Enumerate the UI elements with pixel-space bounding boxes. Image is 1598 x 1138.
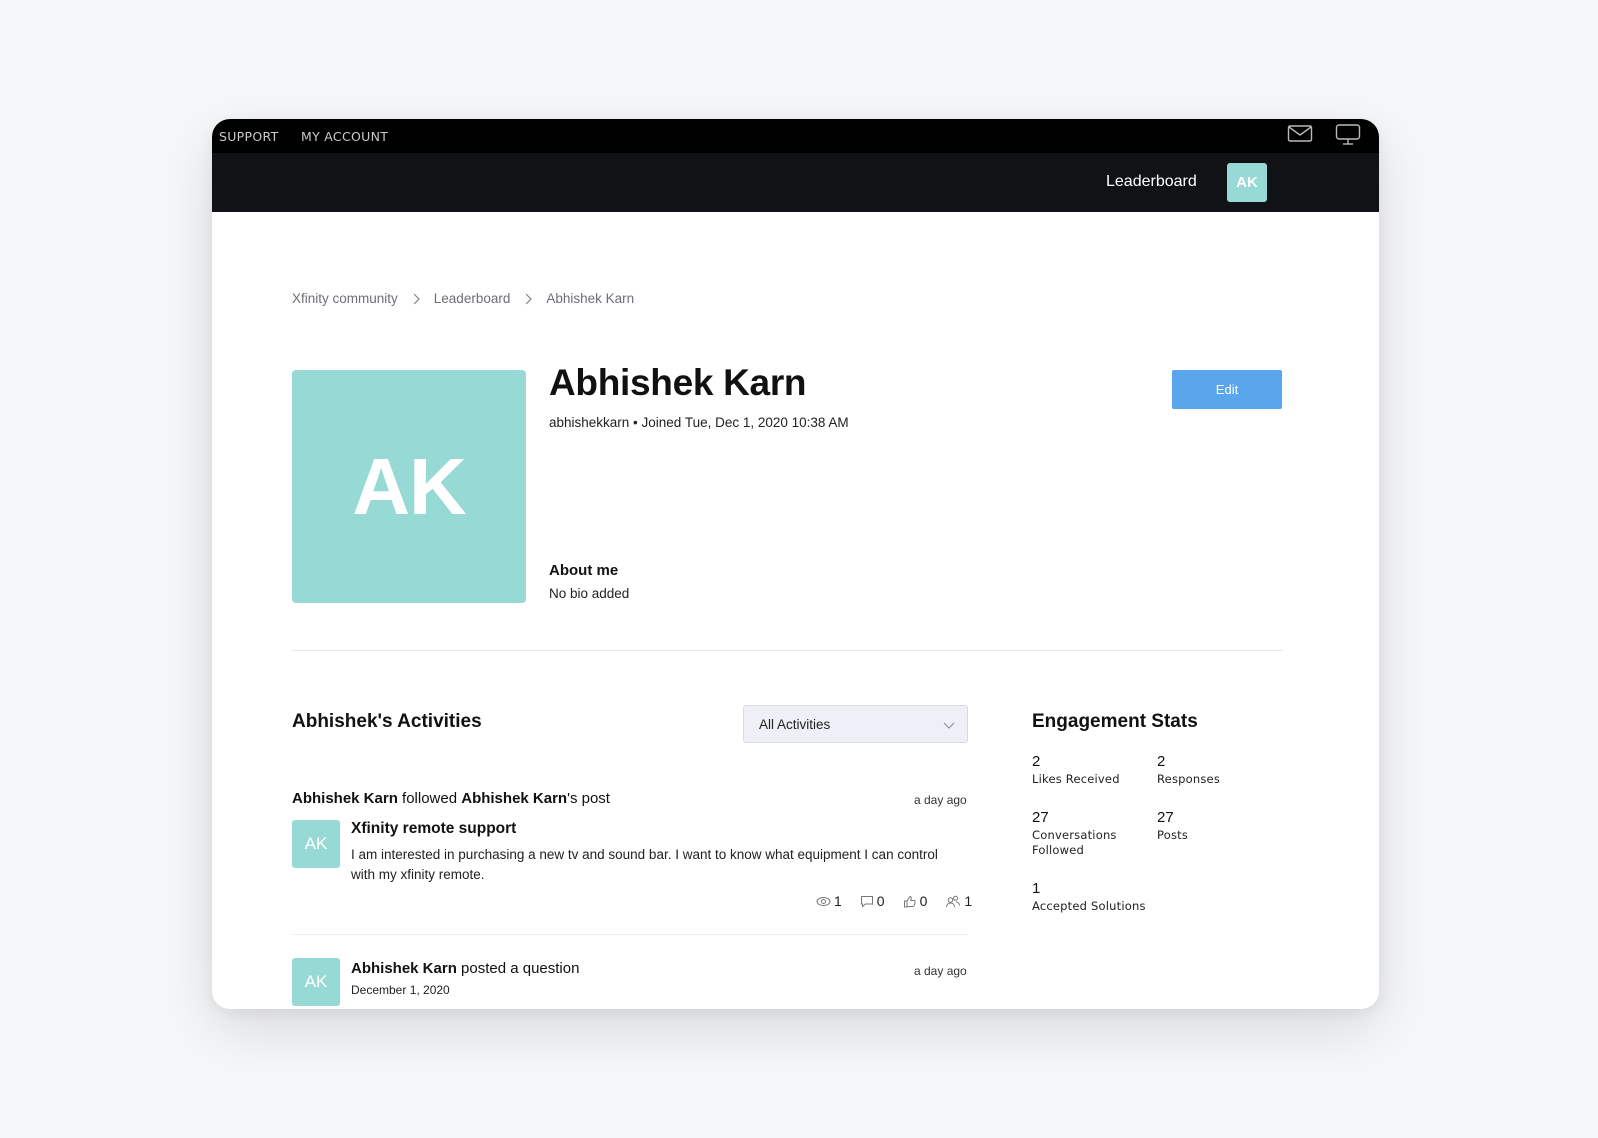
activity-date: December 1, 2020 <box>351 983 450 997</box>
chevron-right-icon <box>522 293 534 305</box>
support-link[interactable]: SUPPORT <box>219 129 279 144</box>
main-navbar: Leaderboard AK <box>212 153 1379 212</box>
activities-heading: Abhishek's Activities <box>292 711 482 732</box>
activity-item-header: Abhishek Karn followed Abhishek Karn's p… <box>292 790 610 807</box>
thumbs-up-icon <box>903 895 916 907</box>
activity-divider <box>292 934 968 935</box>
stat-accepted-solutions: 1 Accepted Solutions <box>1032 880 1146 913</box>
stat-likes-received: 2 Likes Received <box>1032 753 1120 786</box>
user-avatar-menu[interactable]: AK <box>1227 163 1267 202</box>
breadcrumb-item-current: Abhishek Karn <box>546 291 635 306</box>
my-account-link[interactable]: MY ACCOUNT <box>301 129 388 144</box>
actor-link[interactable]: Abhishek Karn <box>292 790 398 807</box>
post-title-link[interactable]: Xfinity remote support <box>351 820 516 838</box>
section-divider <box>292 650 1283 651</box>
about-text: No bio added <box>549 586 630 601</box>
stat-conversations-followed: 27 Conversations Followed <box>1032 809 1117 857</box>
comment-icon <box>860 895 873 908</box>
followers-count: 1 <box>945 893 972 909</box>
activity-time: a day ago <box>914 964 967 978</box>
activity-filter-value: All Activities <box>759 717 831 732</box>
comments-count: 0 <box>860 893 885 909</box>
stat-responses: 2 Responses <box>1157 753 1221 786</box>
top-utility-bar: SUPPORT MY ACCOUNT <box>212 119 1379 153</box>
profile-avatar: AK <box>292 370 526 603</box>
profile-name: Abhishek Karn <box>549 362 807 403</box>
likes-count: 0 <box>903 893 927 909</box>
chevron-down-icon <box>943 718 955 736</box>
breadcrumb-item-community[interactable]: Xfinity community <box>292 291 398 306</box>
actor-link[interactable]: Abhishek Karn <box>351 960 457 977</box>
activity-item-header: Abhishek Karn posted a question <box>351 960 580 977</box>
post-excerpt: I am interested in purchasing a new tv a… <box>351 847 938 882</box>
views-count: 1 <box>816 893 842 909</box>
stat-posts: 27 Posts <box>1157 809 1189 842</box>
edit-profile-button[interactable]: Edit <box>1172 370 1282 409</box>
nav-leaderboard-link[interactable]: Leaderboard <box>1106 173 1197 191</box>
profile-meta: abhishekkarn • Joined Tue, Dec 1, 2020 1… <box>549 415 849 430</box>
mail-icon[interactable] <box>1287 123 1313 148</box>
monitor-icon[interactable] <box>1335 123 1361 152</box>
activity-filter-dropdown[interactable]: All Activities <box>743 705 968 743</box>
chevron-right-icon <box>410 293 422 305</box>
eye-icon <box>816 896 831 906</box>
activity-time: a day ago <box>914 793 967 807</box>
breadcrumb-item-leaderboard[interactable]: Leaderboard <box>434 291 511 306</box>
breadcrumb: Xfinity community Leaderboard Abhishek K… <box>292 291 634 306</box>
engagement-heading: Engagement Stats <box>1032 711 1198 732</box>
activity-avatar[interactable]: AK <box>292 958 340 1006</box>
about-heading: About me <box>549 562 619 579</box>
users-icon <box>946 895 961 907</box>
activity-avatar[interactable]: AK <box>292 820 340 868</box>
target-link[interactable]: Abhishek Karn <box>461 790 567 807</box>
app-window: SUPPORT MY ACCOUNT Leaderboard AK Xfinit… <box>212 119 1379 1009</box>
post-counts: 1 0 0 1 <box>798 893 972 909</box>
